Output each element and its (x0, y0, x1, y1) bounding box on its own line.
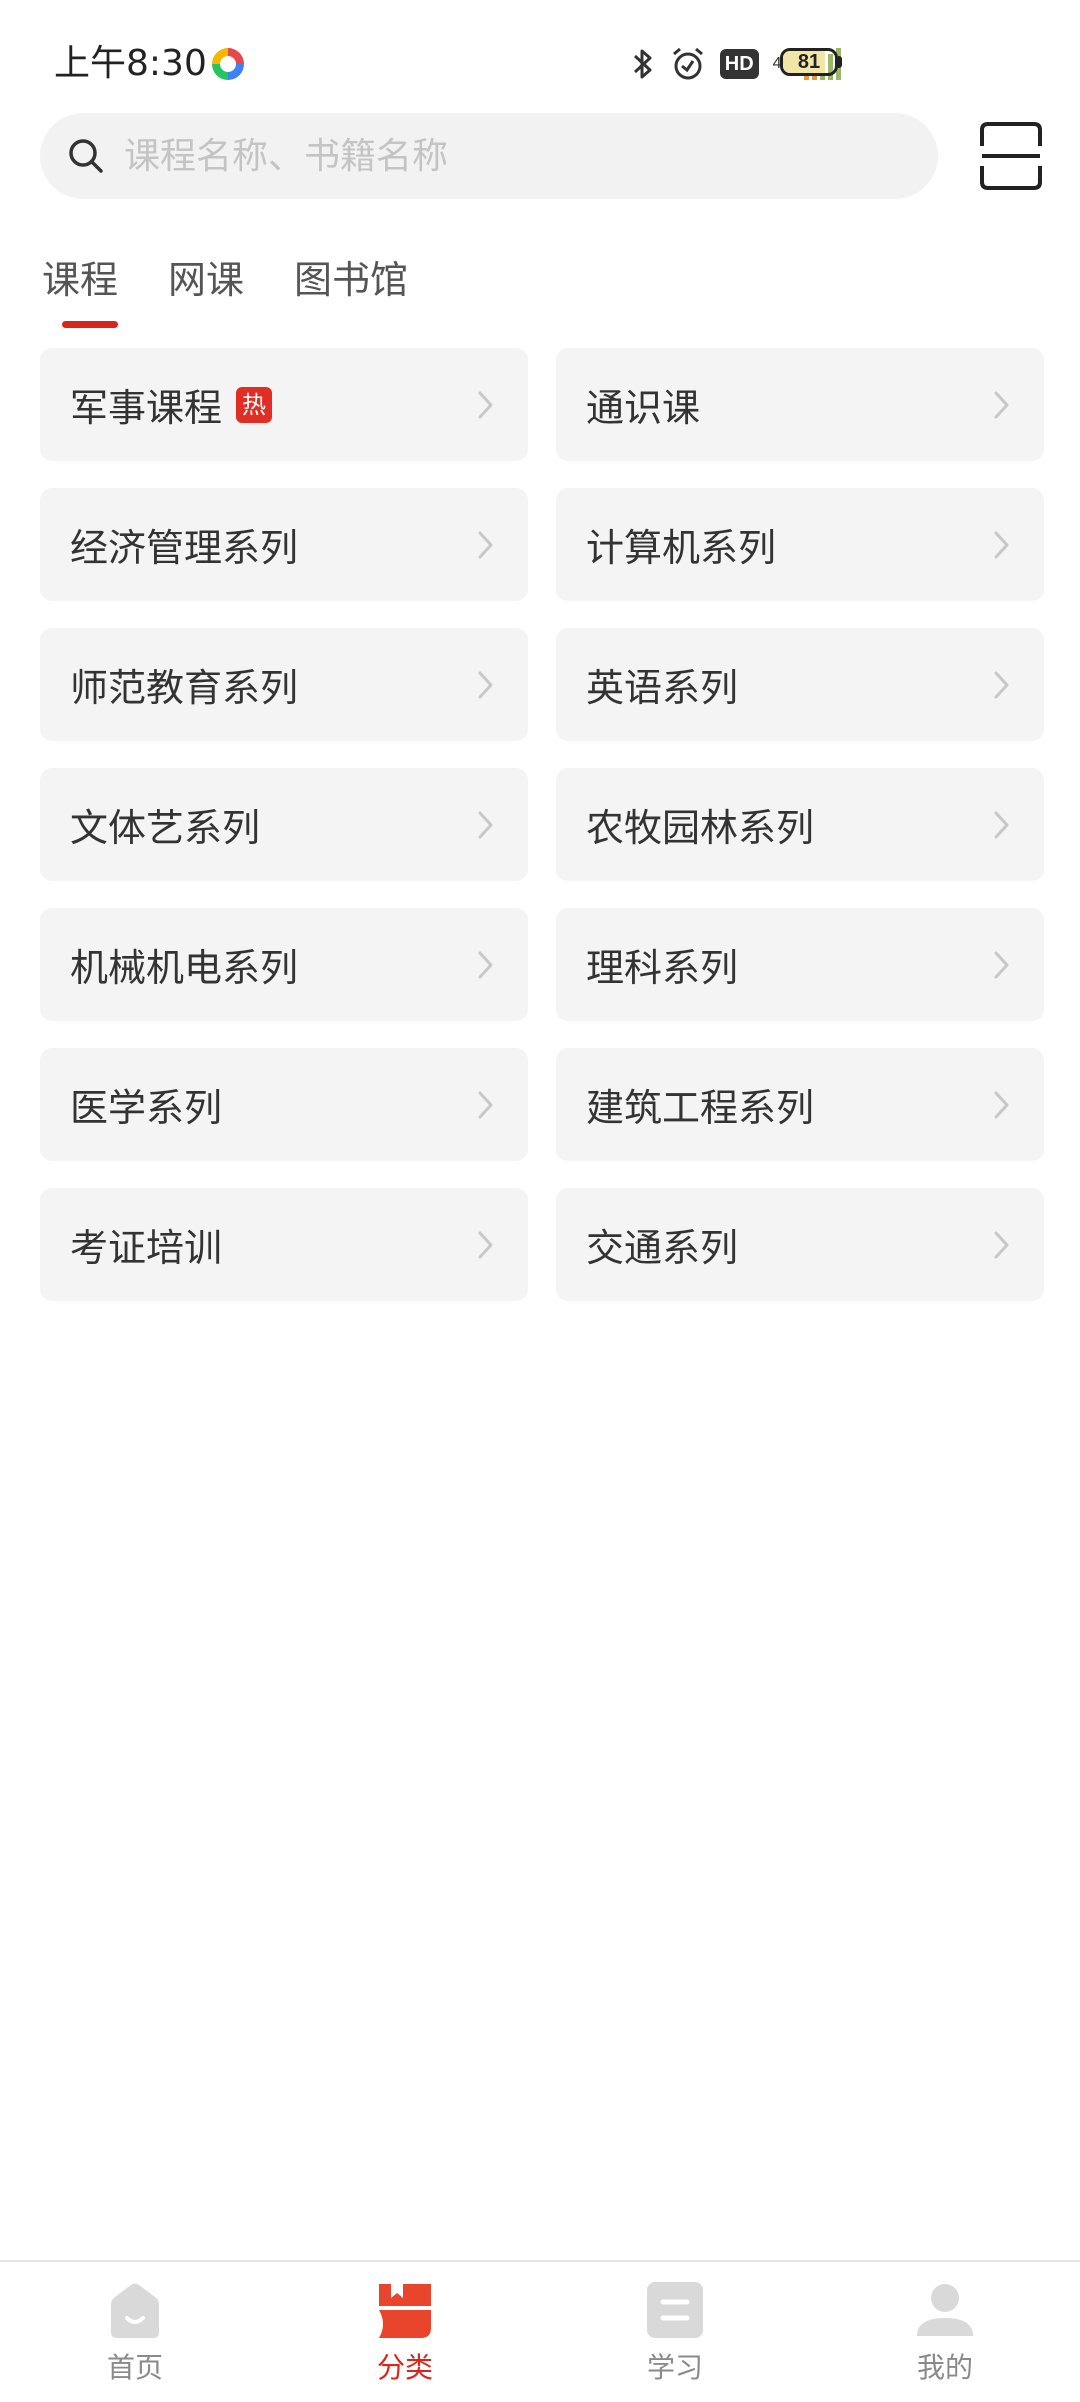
chevron-right-icon (478, 671, 493, 698)
category-card-medicine[interactable]: 医学系列 (40, 1048, 528, 1161)
chevron-right-icon (478, 531, 493, 558)
study-icon (647, 2282, 703, 2338)
category-label: 文体艺系列 (70, 806, 261, 850)
nav-category[interactable]: 分类 (270, 2262, 540, 2402)
chevron-right-icon (994, 811, 1009, 838)
chevron-right-icon (994, 1231, 1009, 1258)
category-label: 考证培训 (70, 1226, 223, 1270)
tab-label: 课程 (42, 258, 119, 302)
nav-label: 分类 (376, 2351, 433, 2384)
category-card-english[interactable]: 英语系列 (556, 628, 1044, 741)
category-card-science[interactable]: 理科系列 (556, 908, 1044, 1021)
category-card-economics[interactable]: 经济管理系列 (40, 488, 528, 601)
category-grid: 军事课程 热 通识课 经济管理系列 计算机系列 师范教育系列 英语系列 文体艺系… (40, 348, 1044, 1301)
bluetooth-icon (633, 49, 652, 79)
search-input[interactable] (122, 134, 906, 178)
chevron-right-icon (994, 1091, 1009, 1118)
tab-label: 图书馆 (294, 258, 409, 302)
hot-badge: 热 (236, 386, 273, 423)
category-label: 英语系列 (586, 666, 739, 710)
category-label: 师范教育系列 (70, 666, 299, 710)
chevron-right-icon (478, 391, 493, 418)
nav-profile[interactable]: 我的 (810, 2262, 1080, 2402)
category-label: 建筑工程系列 (586, 1086, 815, 1130)
chevron-right-icon (478, 811, 493, 838)
search-box[interactable] (40, 113, 938, 199)
scan-icon[interactable] (978, 120, 1044, 192)
chevron-right-icon (994, 391, 1009, 418)
category-card-agriculture[interactable]: 农牧园林系列 (556, 768, 1044, 881)
nav-study[interactable]: 学习 (540, 2262, 810, 2402)
category-label: 理科系列 (586, 946, 739, 990)
tab-online-courses[interactable]: 网课 (168, 240, 244, 320)
chevron-right-icon (478, 951, 493, 978)
bottom-nav: 首页 分类 学习 我的 (0, 2260, 1080, 2402)
status-time: 上午8:30 (54, 43, 207, 84)
category-card-certification[interactable]: 考证培训 (40, 1188, 528, 1301)
battery-icon: 81 (780, 48, 838, 76)
app-notification-icon (212, 48, 244, 80)
category-card-computer[interactable]: 计算机系列 (556, 488, 1044, 601)
chevron-right-icon (478, 1091, 493, 1118)
category-icon (379, 2284, 431, 2338)
home-icon (111, 2283, 159, 2338)
tab-library[interactable]: 图书馆 (294, 240, 408, 320)
hd-voice-icon: HD (719, 49, 759, 79)
category-card-arts-sports[interactable]: 文体艺系列 (40, 768, 528, 881)
battery-tip (838, 56, 842, 68)
search-icon (69, 139, 103, 173)
battery-level: 81 (797, 51, 821, 73)
category-label: 计算机系列 (586, 526, 777, 570)
nav-label: 学习 (646, 2351, 703, 2384)
category-card-construction[interactable]: 建筑工程系列 (556, 1048, 1044, 1161)
status-bar: 上午8:30 HD 4G 81 (0, 0, 1080, 108)
category-card-education[interactable]: 师范教育系列 (40, 628, 528, 741)
nav-label: 首页 (106, 2351, 163, 2384)
chevron-right-icon (994, 951, 1009, 978)
category-label: 机械机电系列 (70, 946, 299, 990)
category-label: 军事课程 (70, 386, 223, 430)
category-tabs: 课程 网课 图书馆 (42, 230, 458, 328)
tab-courses[interactable]: 课程 (42, 240, 119, 328)
chevron-right-icon (478, 1231, 493, 1258)
tab-label: 网课 (168, 258, 245, 302)
category-label: 医学系列 (70, 1086, 223, 1130)
category-card-mechanical[interactable]: 机械机电系列 (40, 908, 528, 1021)
chevron-right-icon (994, 531, 1009, 558)
category-card-general[interactable]: 通识课 (556, 348, 1044, 461)
category-label: 通识课 (586, 386, 701, 430)
category-label: 经济管理系列 (70, 526, 299, 570)
category-label: 农牧园林系列 (586, 806, 815, 850)
alarm-icon (672, 47, 703, 80)
tab-active-indicator (62, 321, 118, 328)
nav-home[interactable]: 首页 (0, 2262, 270, 2402)
nav-label: 我的 (916, 2351, 973, 2384)
profile-icon (917, 2284, 973, 2336)
category-card-transportation[interactable]: 交通系列 (556, 1188, 1044, 1301)
category-card-military[interactable]: 军事课程 热 (40, 348, 528, 461)
category-label: 交通系列 (586, 1226, 739, 1270)
chevron-right-icon (994, 671, 1009, 698)
